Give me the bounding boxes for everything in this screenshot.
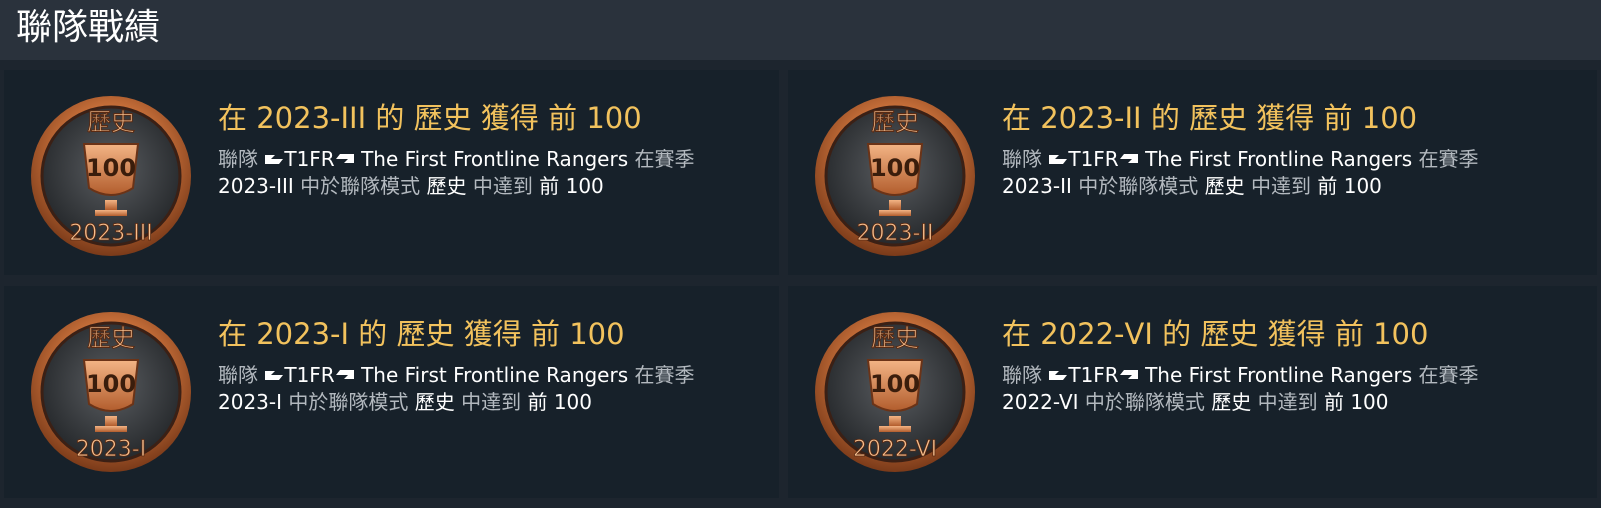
squad-tag-right-icon [1119, 154, 1138, 163]
achievement-card[interactable]: 歷史 100 2023-I 在 2023-I 的 歷史 獲得 前 100 聯隊 … [4, 286, 779, 498]
medal-top-label: 歷史 [87, 324, 135, 352]
medal-center-label: 100 [86, 154, 136, 182]
squad-tag-right-icon [335, 370, 354, 379]
squad-tag: T1FR [1068, 147, 1119, 171]
squad-tag: T1FR [1068, 363, 1119, 387]
achievement-card[interactable]: 歷史 100 2023-III 在 2023-III 的 歷史 獲得 前 100… [4, 70, 779, 275]
medal-top-label: 歷史 [871, 108, 919, 136]
achievement-card[interactable]: 歷史 100 2023-II 在 2023-II 的 歷史 獲得 前 100 聯… [788, 70, 1597, 275]
achievement-description: 聯隊 T1FR The First Frontline Rangers 在賽季 … [1002, 363, 1479, 414]
achievement-grid: 歷史 100 2023-III 在 2023-III 的 歷史 獲得 前 100… [0, 60, 1601, 508]
medal-center-label: 100 [86, 370, 136, 398]
squad-name: The First Frontline Rangers [1145, 147, 1413, 171]
squad-tag-left-icon [1049, 155, 1068, 164]
medal-season-label: 2023-II [857, 221, 934, 246]
squad-tag-right-icon [1119, 370, 1138, 379]
page-title: 聯隊戰績 [16, 7, 161, 48]
squad-tag-right-icon [335, 154, 354, 163]
squad-name: The First Frontline Rangers [1145, 363, 1413, 387]
medal-top-label: 歷史 [871, 324, 919, 352]
achievement-description: 聯隊 T1FR The First Frontline Rangers 在賽季 … [1002, 147, 1479, 198]
medal-season-label: 2022-VI [853, 437, 937, 462]
achievement-title: 在 2023-III 的 歷史 獲得 前 100 [218, 101, 642, 135]
achievement-title: 在 2023-II 的 歷史 獲得 前 100 [1002, 101, 1418, 135]
squad-tag-left-icon [265, 371, 284, 380]
achievement-title: 在 2023-I 的 歷史 獲得 前 100 [218, 317, 625, 351]
achievement-card[interactable]: 歷史 100 2022-VI 在 2022-VI 的 歷史 獲得 前 100 聯… [788, 286, 1597, 498]
trophy-medal-icon: 歷史 100 2023-I [31, 312, 191, 472]
achievement-description: 聯隊 T1FR The First Frontline Rangers 在賽季 … [218, 147, 695, 198]
trophy-medal-icon: 歷史 100 2022-VI [815, 312, 975, 472]
achievement-description: 聯隊 T1FR The First Frontline Rangers 在賽季 … [218, 363, 695, 414]
medal-season-label: 2023-I [76, 437, 146, 462]
trophy-medal-icon: 歷史 100 2023-II [815, 96, 975, 256]
medal-season-label: 2023-III [69, 221, 152, 246]
squad-tag: T1FR [284, 147, 335, 171]
squad-tag-left-icon [265, 155, 284, 164]
achievement-title: 在 2022-VI 的 歷史 獲得 前 100 [1002, 317, 1429, 351]
medal-center-label: 100 [870, 370, 920, 398]
trophy-medal-icon: 歷史 100 2023-III [31, 96, 191, 256]
squad-name: The First Frontline Rangers [361, 147, 629, 171]
medal-center-label: 100 [870, 154, 920, 182]
squad-name: The First Frontline Rangers [361, 363, 629, 387]
medal-top-label: 歷史 [87, 108, 135, 136]
squad-tag: T1FR [284, 363, 335, 387]
page-header: 聯隊戰績 [0, 0, 1601, 60]
squad-tag-left-icon [1049, 371, 1068, 380]
